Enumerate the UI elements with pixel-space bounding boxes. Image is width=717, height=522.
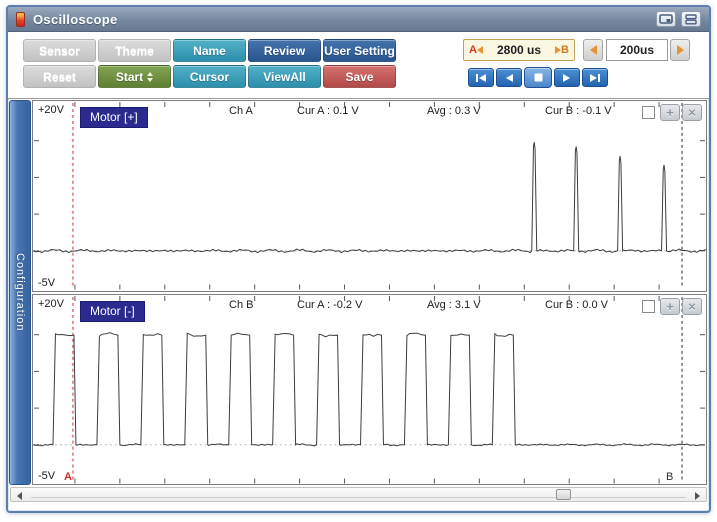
channel-a-avg-readout: Avg : 0.3 V — [427, 105, 481, 117]
playback-controls — [468, 67, 608, 88]
configuration-tab[interactable]: Configuration — [9, 100, 31, 485]
configuration-tab-label: Configuration — [14, 253, 26, 331]
channel-b-zoom-button[interactable]: + — [660, 298, 680, 315]
save-button[interactable]: Save — [323, 65, 396, 88]
review-button[interactable]: Review — [248, 39, 321, 62]
skip-start-icon — [475, 73, 487, 83]
channel-a-waveform — [33, 101, 706, 291]
channel-a-checkbox[interactable] — [642, 106, 655, 119]
skip-end-icon — [589, 73, 601, 83]
channel-a-tag[interactable]: Motor [+] — [80, 107, 148, 128]
timebase-decrease-button[interactable] — [583, 39, 603, 61]
capture-window-button[interactable] — [656, 11, 676, 27]
channel-a-name: Ch A — [229, 105, 253, 117]
monitor-icon — [659, 14, 673, 25]
review-button-label: Review — [264, 44, 305, 58]
main-area: Configuration +20V Motor [+] Ch A Cur A … — [8, 98, 709, 485]
channel-b-vmax-label: +20V — [38, 298, 64, 310]
channel-b-close-button[interactable]: × — [682, 298, 702, 315]
channel-a-zoom-button[interactable]: + — [660, 104, 680, 121]
scroll-right-icon[interactable] — [695, 492, 700, 500]
spinner-down-icon — [147, 78, 153, 82]
reset-button[interactable]: Reset — [23, 65, 96, 88]
user-setting-button[interactable]: User Setting — [323, 39, 396, 62]
cursor-a-tag: A — [469, 44, 477, 56]
start-button[interactable]: Start — [98, 65, 171, 88]
timebase-value: 200us — [620, 43, 654, 57]
timebase-field[interactable]: 200us — [606, 39, 668, 61]
channel-b-avg-readout: Avg : 3.1 V — [427, 299, 481, 311]
channel-a-vmax-label: +20V — [38, 104, 64, 116]
name-button-label: Name — [193, 44, 226, 58]
sensor-button-label: Sensor — [39, 44, 80, 58]
user-setting-button-label: User Setting — [324, 44, 395, 58]
channel-b-checkbox[interactable] — [642, 300, 655, 313]
ab-interval-field: A 2800 us B — [463, 39, 575, 61]
timebase-increase-button[interactable] — [670, 39, 690, 61]
scroll-left-icon[interactable] — [17, 492, 22, 500]
layout-toggle-button[interactable] — [681, 11, 701, 27]
step-back-button[interactable] — [496, 68, 522, 87]
stop-icon — [534, 73, 543, 82]
ab-interval-value: 2800 us — [483, 43, 555, 57]
viewall-button-label: ViewAll — [263, 70, 305, 84]
back-icon — [504, 73, 514, 83]
spinner-up-icon — [147, 72, 153, 76]
channel-b-vmin-label: -5V — [38, 470, 55, 482]
sensor-button[interactable]: Sensor — [23, 39, 96, 62]
cursor-button[interactable]: Cursor — [173, 65, 246, 88]
channel-b-waveform — [33, 295, 706, 485]
channel-b-cursor-a-readout: Cur A : -0.2 V — [297, 299, 362, 311]
play-button[interactable] — [554, 68, 580, 87]
channel-a-vmin-label: -5V — [38, 277, 55, 289]
theme-button[interactable]: Theme — [98, 39, 171, 62]
left-arrow-icon — [590, 45, 597, 55]
toolbar: Sensor Theme Name Review User Setting Re… — [8, 32, 709, 98]
reset-button-label: Reset — [43, 70, 76, 84]
start-button-label: Start — [116, 70, 143, 84]
stop-button[interactable] — [524, 67, 552, 88]
channel-b-panel: +20V Motor [-] Ch B Cur A : -0.2 V Avg :… — [32, 294, 707, 486]
channel-b-tag[interactable]: Motor [-] — [80, 301, 145, 322]
skip-to-end-button[interactable] — [582, 68, 608, 87]
cursor-button-label: Cursor — [190, 70, 229, 84]
viewall-button[interactable]: ViewAll — [248, 65, 321, 88]
play-icon — [562, 73, 572, 83]
channel-b-cursor-b-readout: Cur B : 0.0 V — [545, 299, 608, 311]
channel-a-cursor-a-readout: Cur A : 0.1 V — [297, 105, 359, 117]
channel-b-name: Ch B — [229, 299, 253, 311]
cursor-b-marker[interactable]: B — [666, 471, 673, 483]
right-arrow-icon — [677, 45, 684, 55]
app-icon — [16, 12, 25, 27]
stacked-bars-icon — [685, 14, 697, 25]
cursor-b-tag: B — [561, 44, 569, 56]
skip-to-start-button[interactable] — [468, 68, 494, 87]
titlebar[interactable]: Oscilloscope — [8, 7, 709, 32]
channel-a-panel: +20V Motor [+] Ch A Cur A : 0.1 V Avg : … — [32, 100, 707, 292]
name-button[interactable]: Name — [173, 39, 246, 62]
scrollbar-track — [31, 497, 686, 498]
scrollbar-thumb[interactable] — [556, 489, 571, 500]
cursor-a-marker[interactable]: A — [64, 471, 72, 483]
oscilloscope-window: Oscilloscope Sensor Theme Name Review Us — [6, 5, 711, 513]
horizontal-scrollbar[interactable] — [10, 487, 707, 502]
theme-button-label: Theme — [115, 44, 154, 58]
channel-a-cursor-b-readout: Cur B : -0.1 V — [545, 105, 612, 117]
start-spinner[interactable] — [147, 72, 153, 82]
window-title: Oscilloscope — [33, 12, 118, 27]
save-button-label: Save — [345, 70, 373, 84]
channel-a-close-button[interactable]: × — [682, 104, 702, 121]
